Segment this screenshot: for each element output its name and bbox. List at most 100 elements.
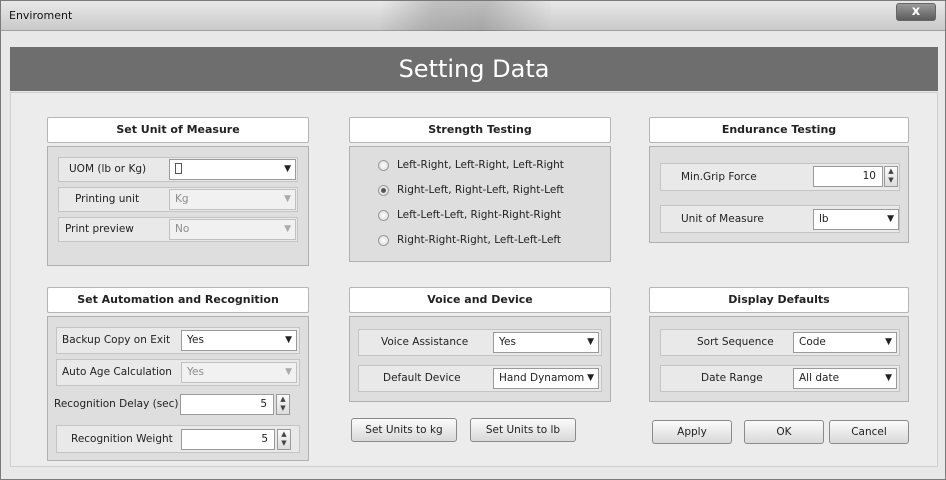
voice-assist-value: Yes bbox=[499, 336, 516, 348]
default-device-value: Hand Dynamom bbox=[499, 372, 585, 384]
endurance-testing-group: Min.Grip Force 10 ▲ ▼ Unit of Measure lb… bbox=[649, 146, 909, 243]
backup-label: Backup Copy on Exit bbox=[62, 334, 171, 346]
spin-up-icon[interactable]: ▲ bbox=[277, 395, 289, 404]
auto-age-select: Yes ▼ bbox=[181, 362, 297, 383]
chevron-down-icon[interactable]: ▼ bbox=[887, 210, 894, 229]
set-units-lb-button[interactable]: Set Units to lb bbox=[470, 418, 576, 442]
chevron-down-icon: ▼ bbox=[284, 224, 291, 234]
endurance-testing-title: Endurance Testing bbox=[649, 117, 909, 143]
printing-unit-row: Printing unit Kg ▼ bbox=[58, 187, 298, 212]
sort-sequence-label: Sort Sequence bbox=[697, 336, 774, 348]
radio-button-icon[interactable] bbox=[378, 235, 389, 246]
chevron-down-icon: ▼ bbox=[285, 367, 292, 377]
sort-sequence-row: Sort Sequence Code ▼ bbox=[660, 329, 900, 356]
print-preview-label: Print preview bbox=[65, 223, 134, 235]
chevron-down-icon[interactable]: ▼ bbox=[587, 369, 594, 388]
voice-assist-row: Voice Assistance Yes ▼ bbox=[358, 329, 602, 356]
auto-age-value: Yes bbox=[187, 366, 204, 378]
min-grip-label: Min.Grip Force bbox=[681, 171, 757, 183]
window-title: Enviroment bbox=[9, 9, 73, 22]
display-defaults-group: Sort Sequence Code ▼ Date Range All date… bbox=[649, 316, 909, 402]
backup-row: Backup Copy on Exit Yes ▼ bbox=[56, 327, 300, 354]
uom-row: UOM (lb or Kg) ▼ bbox=[58, 157, 298, 182]
page-title: Setting Data bbox=[398, 55, 550, 83]
voice-assist-label: Voice Assistance bbox=[381, 336, 469, 348]
ok-button[interactable]: OK bbox=[744, 420, 824, 444]
delay-stepper[interactable]: ▲ ▼ bbox=[276, 394, 290, 415]
endurance-unit-row: Unit of Measure lb ▼ bbox=[660, 205, 900, 233]
endurance-unit-value: lb bbox=[819, 213, 829, 225]
strength-option-label: Left-Right, Left-Right, Left-Right bbox=[397, 159, 564, 171]
endurance-unit-label: Unit of Measure bbox=[681, 213, 764, 225]
chevron-down-icon[interactable]: ▼ bbox=[587, 333, 594, 352]
radio-button-icon[interactable] bbox=[378, 160, 389, 171]
weight-label: Recognition Weight bbox=[71, 433, 173, 445]
strength-option-label: Right-Left, Right-Left, Right-Left bbox=[397, 184, 564, 196]
voice-device-title: Voice and Device bbox=[349, 287, 611, 313]
chevron-down-icon: ▼ bbox=[284, 194, 291, 204]
sort-sequence-select[interactable]: Code ▼ bbox=[793, 332, 897, 353]
set-units-kg-button[interactable]: Set Units to kg bbox=[351, 418, 457, 442]
unit-of-measure-title: Set Unit of Measure bbox=[47, 117, 309, 143]
settings-window: Enviroment x Setting Data Set Unit of Me… bbox=[0, 0, 946, 480]
cancel-button[interactable]: Cancel bbox=[829, 420, 909, 444]
delay-label: Recognition Delay (sec) bbox=[54, 398, 179, 410]
header-banner: Setting Data bbox=[10, 47, 938, 91]
spin-down-icon[interactable]: ▼ bbox=[885, 176, 897, 185]
unit-of-measure-group: UOM (lb or Kg) ▼ Printing unit Kg ▼ Prin… bbox=[47, 146, 309, 266]
chevron-down-icon[interactable]: ▼ bbox=[885, 369, 892, 388]
spin-down-icon[interactable]: ▼ bbox=[277, 404, 289, 413]
spin-down-icon[interactable]: ▼ bbox=[278, 439, 290, 448]
text-cursor-icon bbox=[175, 162, 182, 174]
date-range-value: All date bbox=[799, 372, 840, 384]
default-device-row: Default Device Hand Dynamom ▼ bbox=[358, 365, 602, 392]
radio-button-selected-icon[interactable] bbox=[378, 185, 389, 196]
endurance-unit-select[interactable]: lb ▼ bbox=[813, 209, 899, 230]
date-range-select[interactable]: All date ▼ bbox=[793, 368, 897, 389]
auto-age-row: Auto Age Calculation Yes ▼ bbox=[56, 359, 300, 386]
printing-unit-label: Printing unit bbox=[75, 193, 140, 205]
strength-testing-title: Strength Testing bbox=[349, 117, 611, 143]
automation-group: Backup Copy on Exit Yes ▼ Auto Age Calcu… bbox=[47, 316, 309, 461]
display-defaults-title: Display Defaults bbox=[649, 287, 909, 313]
strength-option-label: Right-Right-Right, Left-Left-Left bbox=[397, 234, 562, 246]
chevron-down-icon[interactable]: ▼ bbox=[284, 160, 291, 179]
weight-row: Recognition Weight 5 ▲ ▼ bbox=[56, 425, 300, 453]
backup-value: Yes bbox=[187, 334, 204, 346]
min-grip-input[interactable]: 10 bbox=[813, 166, 883, 187]
printing-unit-select: Kg ▼ bbox=[169, 189, 296, 210]
date-range-row: Date Range All date ▼ bbox=[660, 365, 900, 392]
default-device-label: Default Device bbox=[383, 372, 461, 384]
default-device-select[interactable]: Hand Dynamom ▼ bbox=[493, 368, 599, 389]
min-grip-stepper[interactable]: ▲ ▼ bbox=[884, 166, 898, 187]
print-preview-select: No ▼ bbox=[169, 219, 296, 240]
radio-button-icon[interactable] bbox=[378, 210, 389, 221]
voice-device-group: Voice Assistance Yes ▼ Default Device Ha… bbox=[349, 316, 611, 402]
weight-input[interactable]: 5 bbox=[181, 429, 275, 450]
chevron-down-icon[interactable]: ▼ bbox=[885, 333, 892, 352]
strength-testing-group: Left-Right, Left-Right, Left-Right Right… bbox=[349, 146, 611, 262]
apply-button[interactable]: Apply bbox=[652, 420, 732, 444]
print-preview-row: Print preview No ▼ bbox=[58, 217, 298, 242]
title-bar-decoration bbox=[381, 1, 551, 31]
delay-input[interactable]: 5 bbox=[180, 394, 274, 415]
uom-label: UOM (lb or Kg) bbox=[69, 163, 147, 175]
automation-title: Set Automation and Recognition bbox=[47, 287, 309, 313]
voice-assist-select[interactable]: Yes ▼ bbox=[493, 332, 599, 353]
min-grip-row: Min.Grip Force 10 ▲ ▼ bbox=[660, 163, 900, 191]
auto-age-label: Auto Age Calculation bbox=[62, 366, 172, 378]
printing-unit-value: Kg bbox=[175, 193, 189, 205]
weight-stepper[interactable]: ▲ ▼ bbox=[277, 429, 291, 450]
close-button[interactable]: x bbox=[896, 3, 936, 21]
settings-panel: Set Unit of Measure UOM (lb or Kg) ▼ Pri… bbox=[10, 92, 938, 467]
strength-option-label: Left-Left-Left, Right-Right-Right bbox=[397, 209, 562, 221]
title-bar[interactable]: Enviroment x bbox=[1, 1, 945, 31]
chevron-down-icon[interactable]: ▼ bbox=[285, 331, 292, 350]
date-range-label: Date Range bbox=[701, 372, 763, 384]
spin-up-icon[interactable]: ▲ bbox=[885, 167, 897, 176]
sort-sequence-value: Code bbox=[799, 336, 826, 348]
uom-select[interactable]: ▼ bbox=[169, 159, 296, 180]
backup-select[interactable]: Yes ▼ bbox=[181, 330, 297, 351]
spin-up-icon[interactable]: ▲ bbox=[278, 430, 290, 439]
print-preview-value: No bbox=[175, 223, 190, 235]
